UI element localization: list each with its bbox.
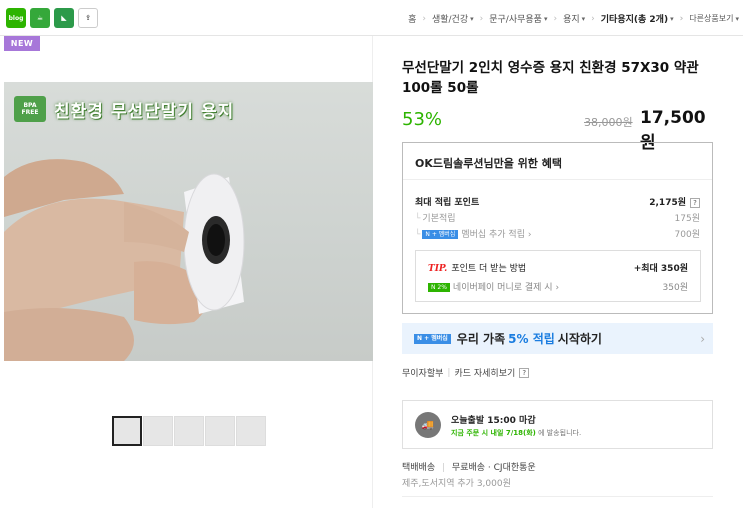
installment-label: 무이자할부 (402, 369, 444, 379)
base-points-row: └ 기본적립 175원 (415, 211, 700, 224)
max-points-row: 최대 적립 포인트 2,175원? (415, 195, 700, 208)
thumbnail[interactable] (205, 416, 235, 446)
member-points-label[interactable]: 멤버십 추가 적립 (461, 230, 525, 240)
tree-line-icon: └ (415, 230, 421, 240)
membership-suffix: 시작하기 (557, 332, 602, 346)
thumbnail[interactable] (236, 416, 266, 446)
breadcrumb-separator: › (479, 13, 484, 24)
breadcrumb-label: 용지 (563, 15, 580, 25)
product-gallery: NEW BPA FREE 친환경 무선단말기 용지 (4, 36, 373, 508)
product-title: 무선단말기 2인치 영수증 용지 친환경 57X30 약관 100롤 50롤 (402, 60, 699, 96)
breadcrumb-label: 생활/건강 (431, 15, 469, 25)
max-points-label: 최대 적립 포인트 (415, 198, 480, 208)
caret-down-icon: ▾ (470, 14, 474, 23)
breadcrumb-item[interactable]: 용지 ▾ › (563, 12, 601, 26)
breadcrumb-item[interactable]: 기타용지(총 2개) ▾ › (600, 12, 690, 26)
thumbnail-strip (112, 416, 266, 446)
npay-badge: N 2% (428, 283, 450, 292)
breadcrumb-label: 홈 (408, 15, 417, 25)
breadcrumb-item[interactable]: 다른상품보기 ▾ (689, 13, 739, 24)
blog-icon[interactable]: blog (6, 8, 26, 28)
pay-row[interactable]: N 2% 네이버페이 머니로 결제 시 › 350원 (428, 280, 688, 293)
main-product-image[interactable]: BPA FREE 친환경 무선단말기 용지 (4, 82, 373, 361)
kstar-icon[interactable]: ◣ (54, 8, 74, 28)
new-badge: NEW (4, 36, 40, 51)
help-icon[interactable]: ? (690, 198, 700, 208)
breadcrumb-separator: › (679, 13, 684, 24)
card-detail-link[interactable]: 카드 자세히보기 (454, 366, 515, 379)
breadcrumb-separator: › (591, 13, 595, 24)
delivery-type: 택배배송 (402, 463, 436, 473)
thumbnail[interactable] (143, 416, 173, 446)
thumbnail[interactable] (174, 416, 204, 446)
caret-down-icon: ▾ (735, 14, 739, 23)
benefit-heading: OK드림솔루션님만을 위한 혜택 (403, 143, 712, 180)
breadcrumb-label: 기타용지(총 2개) (600, 15, 669, 25)
membership-pct: 5% 적립 (508, 332, 555, 346)
tip-title: 포인트 더 받는 방법 (451, 264, 527, 274)
max-points-value: 2,175원 (649, 198, 686, 208)
delivery-fee: 무료배송 · CJ대한통운 (451, 463, 536, 473)
divider: | (442, 463, 446, 473)
member-points-row[interactable]: └ N + 멤버십 멤버십 추가 적립 › 700원 (415, 227, 700, 240)
breadcrumb-separator: › (422, 13, 426, 24)
shipping-box: 🚚 오늘출발 15:00 마감 지금 주문 시 내일 7/18(화) 에 발송됩… (402, 400, 713, 449)
truck-icon: 🚚 (415, 412, 441, 438)
shipping-rest: 에 발송됩니다. (538, 429, 582, 437)
member-points-value: 700원 (674, 230, 700, 240)
tip-label: TIP. (428, 264, 448, 274)
roll-illustration (4, 159, 245, 361)
membership-prefix: 우리 가족 (456, 332, 506, 346)
tip-row: TIP. 포인트 더 받는 방법 +최대 350원 (428, 261, 688, 274)
breadcrumb-label: 문구/사무용품 (489, 15, 542, 25)
membership-badge: N + 멤버십 (422, 230, 459, 239)
original-price: 38,000원 (584, 116, 633, 129)
shipping-title: 오늘출발 15:00 마감 (451, 416, 536, 426)
delivery-extra: 제주,도서지역 추가 3,000원 (402, 479, 511, 489)
base-points-value: 175원 (674, 214, 700, 224)
breadcrumb-item[interactable]: 홈 › (408, 12, 432, 26)
pay-label[interactable]: 네이버페이 머니로 결제 시 (453, 283, 553, 293)
breadcrumb-item[interactable]: 문구/사무용품 ▾ › (489, 12, 563, 26)
share-icon[interactable]: ⇪ (78, 8, 98, 28)
cafe-icon[interactable]: ☕ (30, 8, 50, 28)
top-bar: blog ☕ ◣ ⇪ 홈 › 생활/건강 ▾ › 문구/사무용품 ▾ › 용지 ▾ › 기타용지(총 … (0, 0, 743, 36)
caret-down-icon: ▾ (670, 14, 674, 23)
help-icon[interactable]: ? (519, 367, 530, 378)
divider (402, 496, 713, 497)
delivery-row: 택배배송 | 무료배송 · CJ대한통운 (402, 460, 536, 473)
shipping-date: 지금 주문 시 내일 7/18(화) (451, 429, 536, 437)
pay-value: 350원 (662, 283, 688, 293)
membership-banner[interactable]: N + 멤버십 우리 가족 5% 적립 시작하기 › (402, 323, 713, 354)
discount-rate: 53% (402, 109, 443, 130)
divider: | (447, 367, 451, 378)
installment-row: 무이자할부 | 카드 자세히보기 ? (402, 366, 530, 379)
benefit-box: OK드림솔루션님만을 위한 혜택 최대 적립 포인트 2,175원? └ 기본적립… (402, 142, 713, 314)
base-points-label: 기본적립 (422, 214, 456, 224)
shipping-subtitle: 지금 주문 시 내일 7/18(화) 에 발송됩니다. (451, 428, 581, 438)
chevron-right-icon: › (700, 331, 705, 346)
caret-down-icon: ▾ (543, 14, 548, 23)
caret-down-icon: ▾ (581, 14, 586, 23)
tip-box: TIP. 포인트 더 받는 방법 +최대 350원 N 2% 네이버페이 머니로 결… (415, 250, 701, 302)
breadcrumb: 홈 › 생활/건강 ▾ › 문구/사무용품 ▾ › 용지 ▾ › 기타용지(총 2개) ▾ › 다른상품보기… (408, 12, 739, 26)
breadcrumb-separator: › (553, 13, 558, 24)
tree-line-icon: └ (415, 214, 421, 224)
breadcrumb-label: 다른상품보기 (689, 14, 734, 23)
breadcrumb-item[interactable]: 생활/건강 ▾ › (431, 12, 489, 26)
thumbnail[interactable] (112, 416, 142, 446)
share-icons: blog ☕ ◣ ⇪ (6, 8, 98, 28)
tip-max: +최대 350원 (633, 264, 688, 274)
membership-badge: N + 멤버십 (414, 333, 451, 344)
